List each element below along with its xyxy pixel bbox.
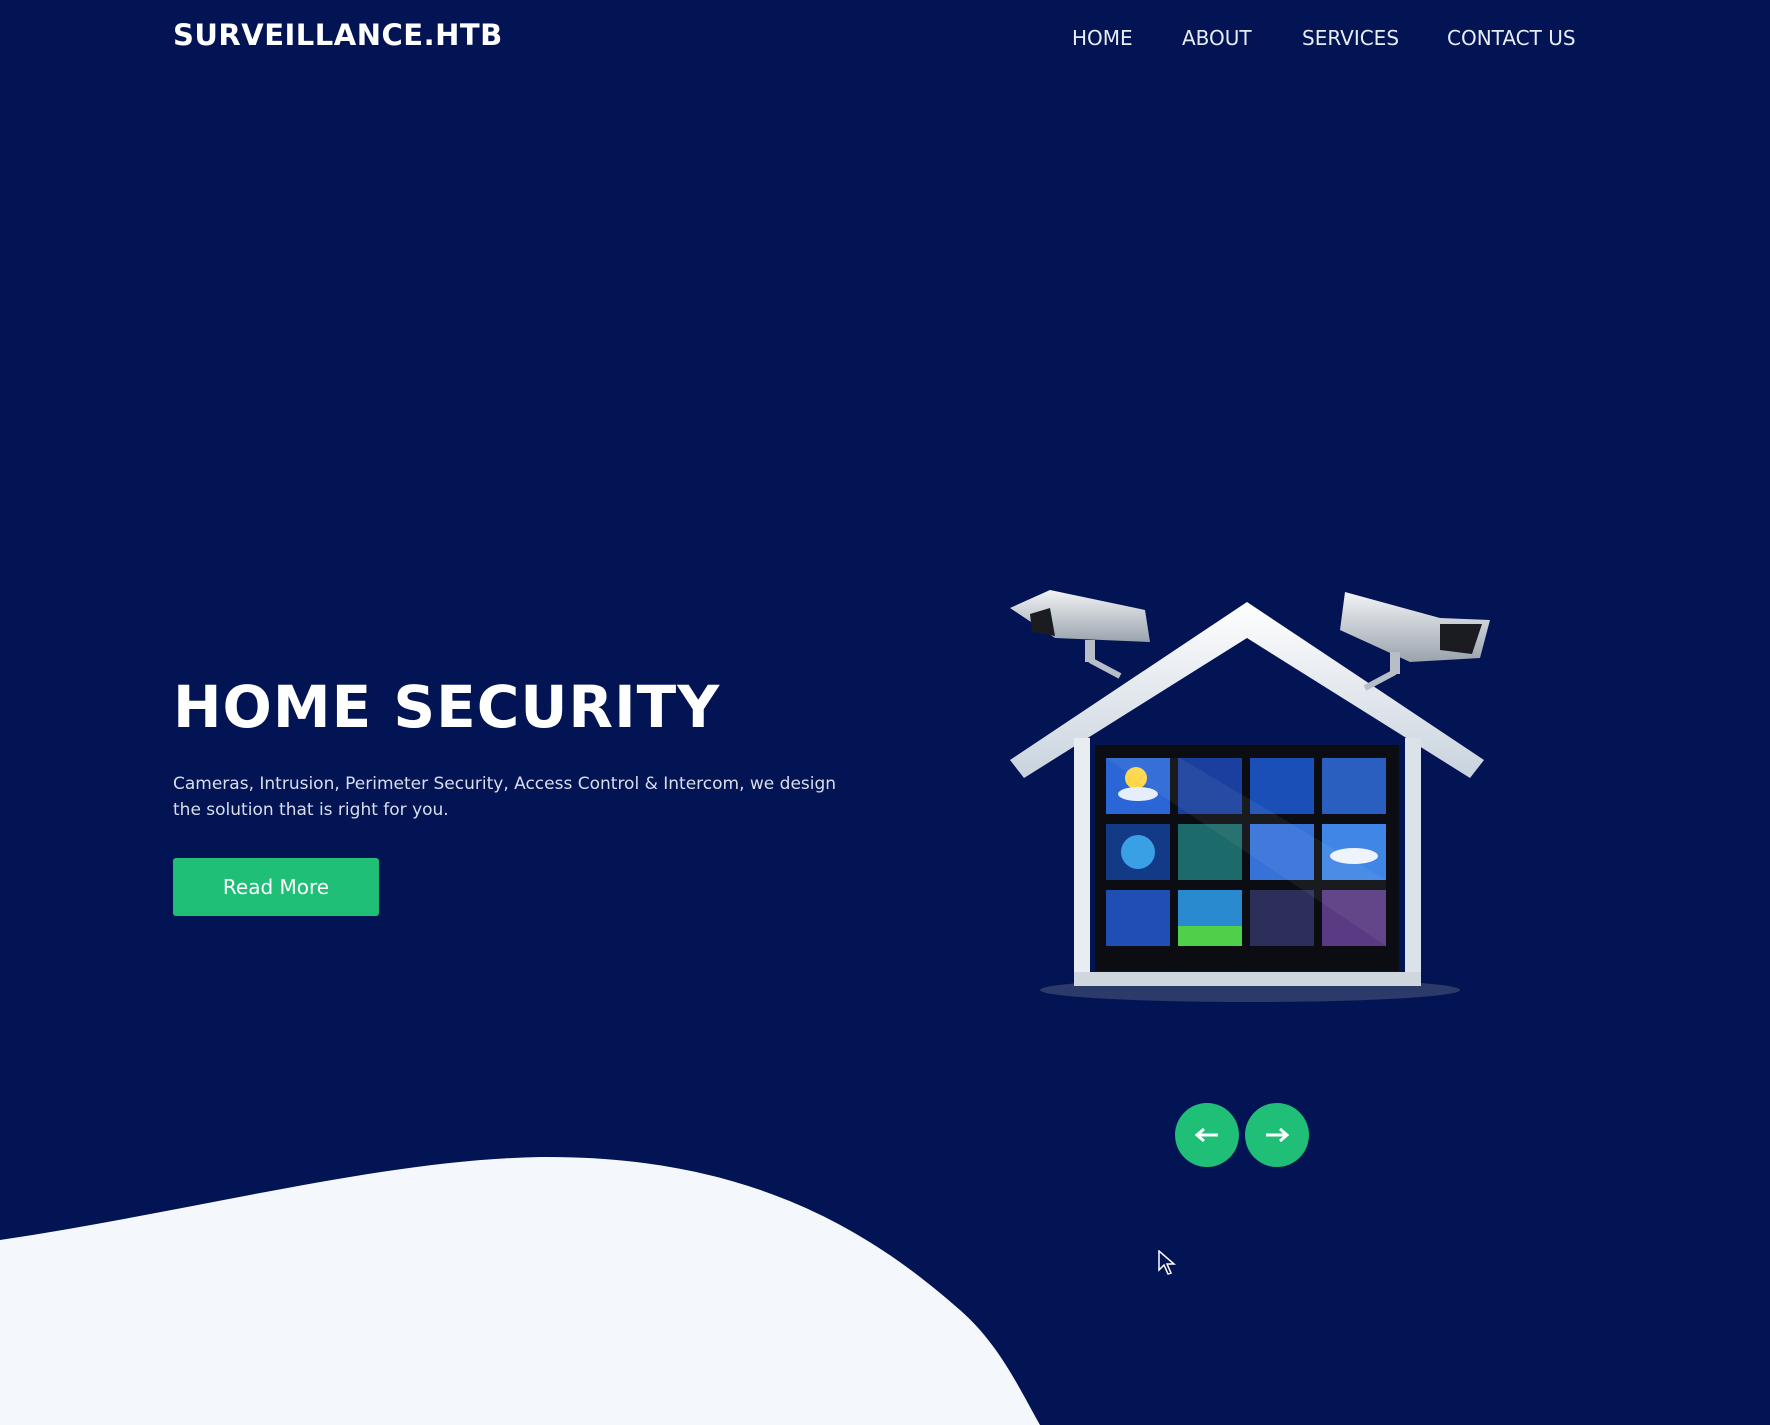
hero-description: Cameras, Intrusion, Perimeter Security, …	[173, 774, 837, 820]
site-logo[interactable]: SURVEILLANCE.HTB	[173, 18, 503, 52]
arrow-right-icon	[1266, 1127, 1290, 1143]
nav-home[interactable]: HOME	[1072, 26, 1133, 50]
mouse-cursor-icon	[1158, 1250, 1176, 1275]
read-more-button[interactable]: Read More	[173, 858, 379, 916]
arrow-left-icon	[1194, 1127, 1218, 1143]
nav-contact-us[interactable]: CONTACT US	[1447, 26, 1576, 50]
hero-title: HOME SECURITY	[173, 673, 721, 741]
security-house-illustration	[1010, 590, 1490, 1002]
site-header: SURVEILLANCE.HTB HOME ABOUT SERVICES CON…	[0, 0, 1770, 80]
carousel-next-button[interactable]	[1245, 1103, 1309, 1167]
nav-services[interactable]: SERVICES	[1302, 26, 1399, 50]
carousel-prev-button[interactable]	[1175, 1103, 1239, 1167]
nav-about[interactable]: ABOUT	[1182, 26, 1252, 50]
